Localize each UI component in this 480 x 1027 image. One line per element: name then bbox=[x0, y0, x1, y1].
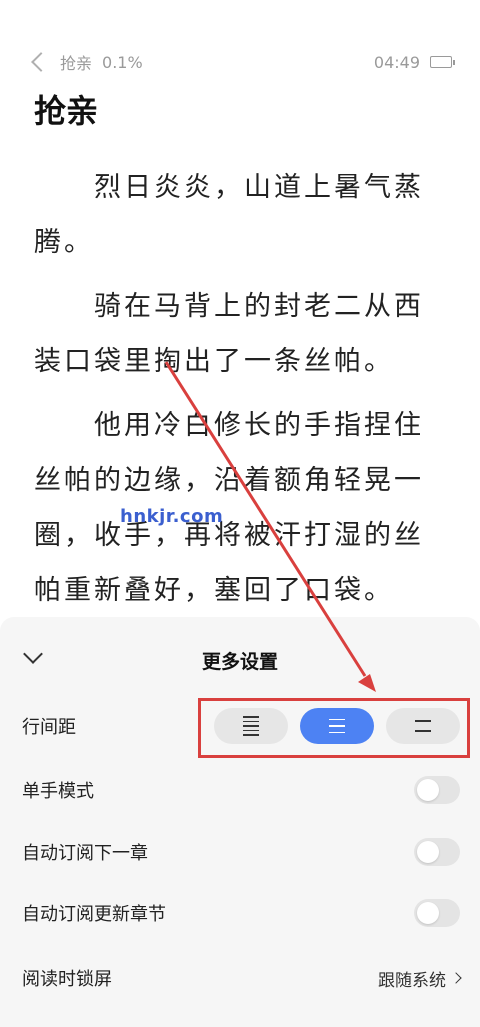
screen-lock-row[interactable]: 阅读时锁屏 跟随系统 bbox=[22, 958, 462, 998]
auto-subscribe-updates-row: 自动订阅更新章节 bbox=[22, 893, 460, 933]
status-bar: 抢亲 0.1% 04:49 bbox=[28, 50, 455, 74]
clock: 04:49 bbox=[373, 52, 420, 72]
book-name: 抢亲 bbox=[60, 54, 93, 73]
chapter-title: 抢亲 bbox=[34, 92, 99, 130]
one-hand-mode-row: 单手模式 bbox=[22, 770, 460, 810]
one-hand-mode-label: 单手模式 bbox=[22, 781, 94, 802]
watermark: hnkjr.com bbox=[120, 506, 224, 527]
screen-lock-label: 阅读时锁屏 bbox=[22, 969, 112, 990]
more-settings-panel: 更多设置 行间距 单手模式 自动订阅下一章 自动订阅更新章节 阅读时锁屏 跟随系… bbox=[0, 617, 480, 1027]
auto-subscribe-next-label: 自动订阅下一章 bbox=[22, 843, 148, 864]
line-spacing-label: 行间距 bbox=[22, 717, 76, 738]
screen-lock-value-text: 跟随系统 bbox=[378, 970, 446, 991]
annotation-highlight-box bbox=[198, 698, 470, 758]
chevron-left-icon[interactable] bbox=[31, 52, 51, 72]
auto-subscribe-updates-label: 自动订阅更新章节 bbox=[22, 904, 166, 925]
auto-subscribe-next-toggle[interactable] bbox=[414, 838, 460, 866]
panel-header: 更多设置 bbox=[0, 644, 480, 673]
chevron-right-icon bbox=[450, 972, 462, 984]
one-hand-mode-toggle[interactable] bbox=[414, 776, 460, 804]
battery-icon bbox=[430, 56, 455, 68]
auto-subscribe-updates-toggle[interactable] bbox=[414, 899, 460, 927]
paragraph: 他用冷白修长的手指捏住丝帕的边缘，沿着额角轻晃一圈，收手，再将被汗打湿的丝帕重新… bbox=[34, 410, 424, 606]
auto-subscribe-next-row: 自动订阅下一章 bbox=[22, 832, 460, 872]
screen-lock-value[interactable]: 跟随系统 bbox=[378, 966, 462, 991]
reading-progress: 0.1% bbox=[102, 52, 143, 72]
chapter-content: 烈日炎炎，山道上暑气蒸腾。 骑在马背上的封老二从西装口袋里掏出了一条丝帕。 他用… bbox=[34, 160, 450, 627]
paragraph: 骑在马背上的封老二从西装口袋里掏出了一条丝帕。 bbox=[34, 291, 424, 377]
paragraph: 烈日炎炎，山道上暑气蒸腾。 bbox=[34, 172, 424, 258]
panel-title: 更多设置 bbox=[201, 651, 278, 673]
